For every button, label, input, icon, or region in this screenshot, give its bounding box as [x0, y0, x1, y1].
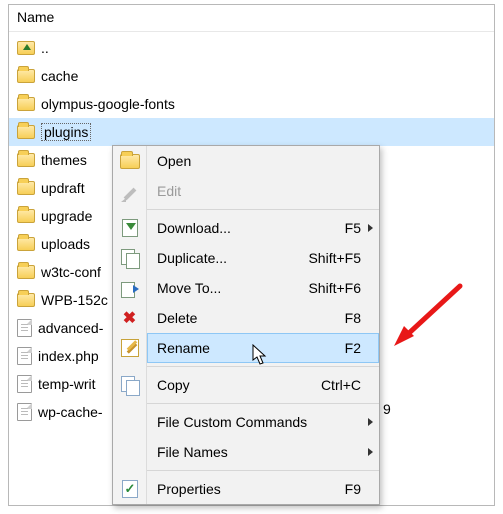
menu-hotkey: F5	[345, 220, 379, 236]
folder-icon	[17, 97, 35, 111]
menu-item-edit: Edit	[147, 176, 379, 206]
menu-label: Download...	[147, 220, 345, 236]
menu-label: Edit	[147, 183, 379, 199]
menu-label: Copy	[147, 377, 321, 393]
menu-label: Properties	[147, 481, 345, 497]
duplicate-icon	[121, 249, 139, 267]
context-menu: ✖ Open Edit Download... F5 Du	[112, 145, 380, 505]
item-label: wp-cache-	[38, 404, 103, 420]
file-icon	[17, 375, 32, 393]
item-label: olympus-google-fonts	[41, 96, 175, 112]
menu-label: Open	[147, 153, 379, 169]
menu-item-file-names[interactable]: File Names	[147, 437, 379, 467]
submenu-arrow-icon	[368, 224, 373, 232]
item-label: updraft	[41, 180, 85, 196]
properties-icon	[122, 480, 138, 498]
list-item[interactable]: cache	[9, 62, 494, 90]
menu-hotkey: F9	[345, 481, 379, 497]
menu-item-download[interactable]: Download... F5	[147, 213, 379, 243]
download-icon	[122, 219, 138, 237]
menu-hotkey: F8	[345, 310, 379, 326]
menu-hotkey: Ctrl+C	[321, 377, 379, 393]
folder-icon	[17, 293, 35, 307]
file-icon	[17, 319, 32, 337]
item-label: WPB-152c	[41, 292, 108, 308]
submenu-arrow-icon	[368, 418, 373, 426]
folder-icon	[17, 153, 35, 167]
menu-label: Delete	[147, 310, 345, 326]
item-label: upgrade	[41, 208, 92, 224]
folder-icon	[17, 209, 35, 223]
truncated-text-fragment: 9	[383, 401, 391, 417]
folder-icon	[17, 125, 35, 139]
menu-item-move-to[interactable]: Move To... Shift+F6	[147, 273, 379, 303]
menu-separator	[147, 470, 379, 471]
copy-icon	[121, 376, 139, 394]
submenu-arrow-icon	[368, 448, 373, 456]
menu-hotkey: Shift+F5	[308, 250, 379, 266]
menu-label: File Custom Commands	[147, 414, 379, 430]
menu-label: Duplicate...	[147, 250, 308, 266]
item-label: themes	[41, 152, 87, 168]
menu-label: File Names	[147, 444, 379, 460]
folder-icon	[17, 237, 35, 251]
parent-dir-row[interactable]: ..	[9, 34, 494, 62]
item-label: plugins	[41, 123, 91, 141]
menu-item-open[interactable]: Open	[147, 146, 379, 176]
menu-separator	[147, 366, 379, 367]
menu-item-copy[interactable]: Copy Ctrl+C	[147, 370, 379, 400]
menu-hotkey: F2	[345, 340, 379, 356]
folder-up-icon	[17, 41, 35, 55]
item-label: cache	[41, 68, 78, 84]
parent-dir-label: ..	[41, 40, 49, 56]
delete-x-icon: ✖	[123, 308, 136, 328]
open-folder-icon	[120, 154, 140, 169]
item-label: advanced-	[38, 320, 103, 336]
list-item-selected[interactable]: plugins	[9, 118, 494, 146]
item-label: index.php	[38, 348, 99, 364]
item-label: uploads	[41, 236, 90, 252]
menu-icon-strip: ✖	[113, 146, 147, 504]
menu-separator	[147, 403, 379, 404]
column-header-name[interactable]: Name	[9, 5, 494, 32]
menu-item-duplicate[interactable]: Duplicate... Shift+F5	[147, 243, 379, 273]
move-to-icon	[121, 279, 139, 297]
menu-item-delete[interactable]: Delete F8	[147, 303, 379, 333]
menu-label: Rename	[147, 340, 345, 356]
folder-icon	[17, 69, 35, 83]
item-label: w3tc-conf	[41, 264, 101, 280]
menu-hotkey: Shift+F6	[308, 280, 379, 296]
menu-item-file-custom-commands[interactable]: File Custom Commands	[147, 407, 379, 437]
menu-item-properties[interactable]: Properties F9	[147, 474, 379, 504]
item-label: temp-writ	[38, 376, 96, 392]
folder-icon	[17, 265, 35, 279]
menu-label: Move To...	[147, 280, 308, 296]
menu-item-rename[interactable]: Rename F2	[147, 333, 379, 363]
file-icon	[17, 403, 32, 421]
menu-separator	[147, 209, 379, 210]
folder-icon	[17, 181, 35, 195]
edit-pencil-icon	[121, 182, 139, 200]
file-icon	[17, 347, 32, 365]
list-item[interactable]: olympus-google-fonts	[9, 90, 494, 118]
rename-pencil-icon	[121, 339, 139, 357]
